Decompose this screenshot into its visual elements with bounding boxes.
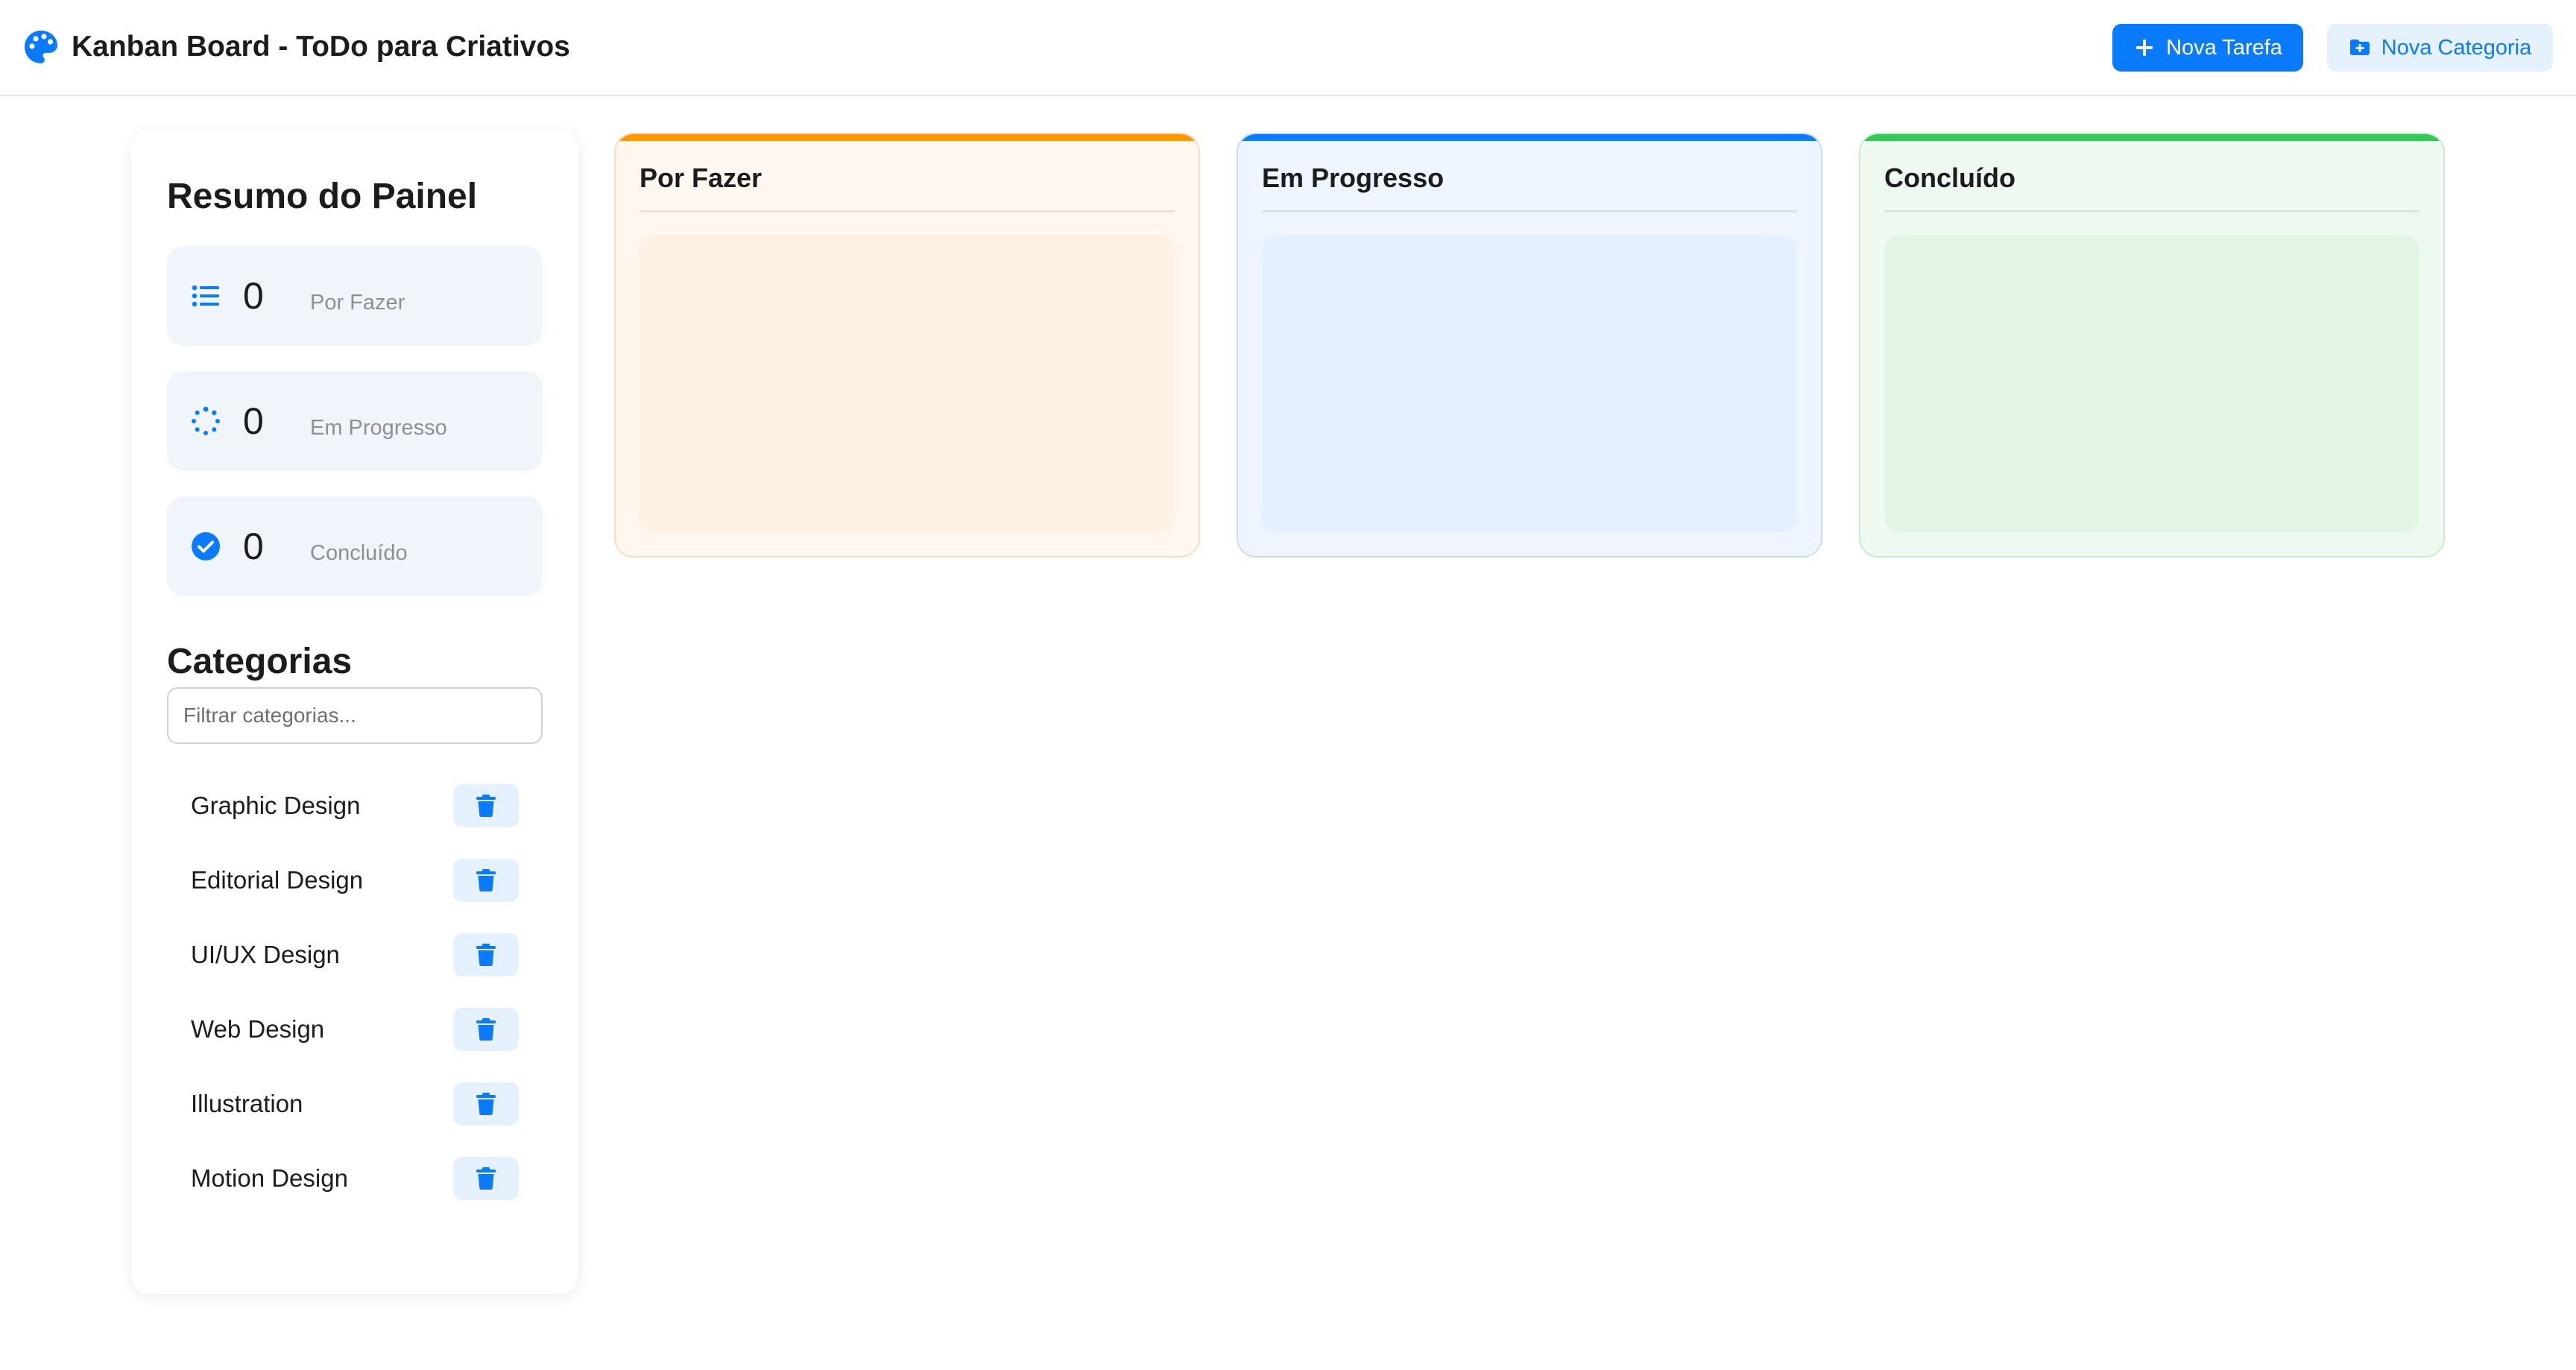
app-header: Kanban Board - ToDo para Criativos Nova …	[0, 0, 2576, 96]
new-task-label: Nova Tarefa	[2166, 35, 2282, 60]
brand: Kanban Board - ToDo para Criativos	[22, 28, 570, 66]
category-filter-input[interactable]	[167, 687, 543, 744]
stat-label: Por Fazer	[310, 291, 405, 315]
sidebar: Resumo do Painel 0 Por Fazer 0 Em Progre…	[131, 130, 578, 1294]
stat-card-todo: 0 Por Fazer	[167, 246, 543, 346]
list-icon	[191, 281, 221, 311]
trash-icon	[476, 1093, 496, 1115]
category-label: Illustration	[191, 1090, 303, 1117]
category-item: Illustration	[167, 1066, 543, 1140]
category-item: Web Design	[167, 991, 543, 1066]
new-task-button[interactable]: Nova Tarefa	[2112, 24, 2303, 72]
stat-count: 0	[243, 275, 264, 317]
column-title: Em Progresso	[1262, 162, 1445, 193]
category-label: UI/UX Design	[191, 941, 340, 968]
column-todo: Por Fazer	[614, 133, 1200, 558]
summary-title: Resumo do Painel	[167, 177, 478, 216]
column-divider	[1262, 210, 1797, 212]
column-in-progress: Em Progresso	[1237, 133, 1822, 558]
column-dropzone-in-progress[interactable]	[1262, 236, 1797, 532]
category-item: Graphic Design	[167, 768, 543, 842]
stat-count: 0	[243, 400, 264, 442]
column-done: Concluído	[1859, 133, 2445, 558]
new-category-label: Nova Categoria	[2381, 35, 2532, 60]
trash-icon	[476, 869, 496, 891]
categories-title: Categorias	[167, 642, 353, 681]
app-title: Kanban Board - ToDo para Criativos	[72, 31, 570, 63]
trash-icon	[476, 944, 496, 966]
category-item: Motion Design	[167, 1140, 543, 1215]
category-label: Web Design	[191, 1015, 325, 1043]
stat-card-done: 0 Concluído	[167, 496, 543, 596]
plus-icon	[2133, 37, 2156, 59]
delete-category-button[interactable]	[453, 859, 519, 902]
delete-category-button[interactable]	[453, 1008, 519, 1051]
trash-icon	[476, 1167, 496, 1190]
column-accent-bar	[616, 134, 1199, 141]
delete-category-button[interactable]	[453, 1157, 519, 1200]
category-item: Editorial Design	[167, 842, 543, 917]
stat-count: 0	[243, 525, 264, 567]
check-circle-icon	[191, 531, 221, 561]
new-category-button[interactable]: Nova Categoria	[2327, 24, 2553, 72]
column-dropzone-todo[interactable]	[640, 236, 1175, 532]
column-divider	[1884, 210, 2419, 212]
trash-icon	[476, 1018, 496, 1041]
category-label: Graphic Design	[191, 792, 361, 819]
folder-plus-icon	[2349, 37, 2371, 59]
spinner-icon	[191, 406, 221, 436]
delete-category-button[interactable]	[453, 933, 519, 976]
stat-card-in-progress: 0 Em Progresso	[167, 371, 543, 471]
column-accent-bar	[1238, 134, 1821, 141]
category-list: Graphic Design Editorial Design UI/UX De…	[167, 768, 543, 1215]
column-title: Por Fazer	[640, 162, 763, 193]
column-divider	[640, 210, 1175, 212]
stat-label: Concluído	[310, 541, 408, 565]
stat-label: Em Progresso	[310, 416, 447, 440]
category-label: Motion Design	[191, 1164, 348, 1192]
category-label: Editorial Design	[191, 866, 364, 894]
column-title: Concluído	[1884, 162, 2015, 193]
palette-icon	[22, 28, 60, 66]
delete-category-button[interactable]	[453, 784, 519, 827]
delete-category-button[interactable]	[453, 1082, 519, 1126]
trash-icon	[476, 795, 496, 817]
column-accent-bar	[1860, 134, 2443, 141]
category-item: UI/UX Design	[167, 917, 543, 991]
column-dropzone-done[interactable]	[1884, 236, 2419, 532]
